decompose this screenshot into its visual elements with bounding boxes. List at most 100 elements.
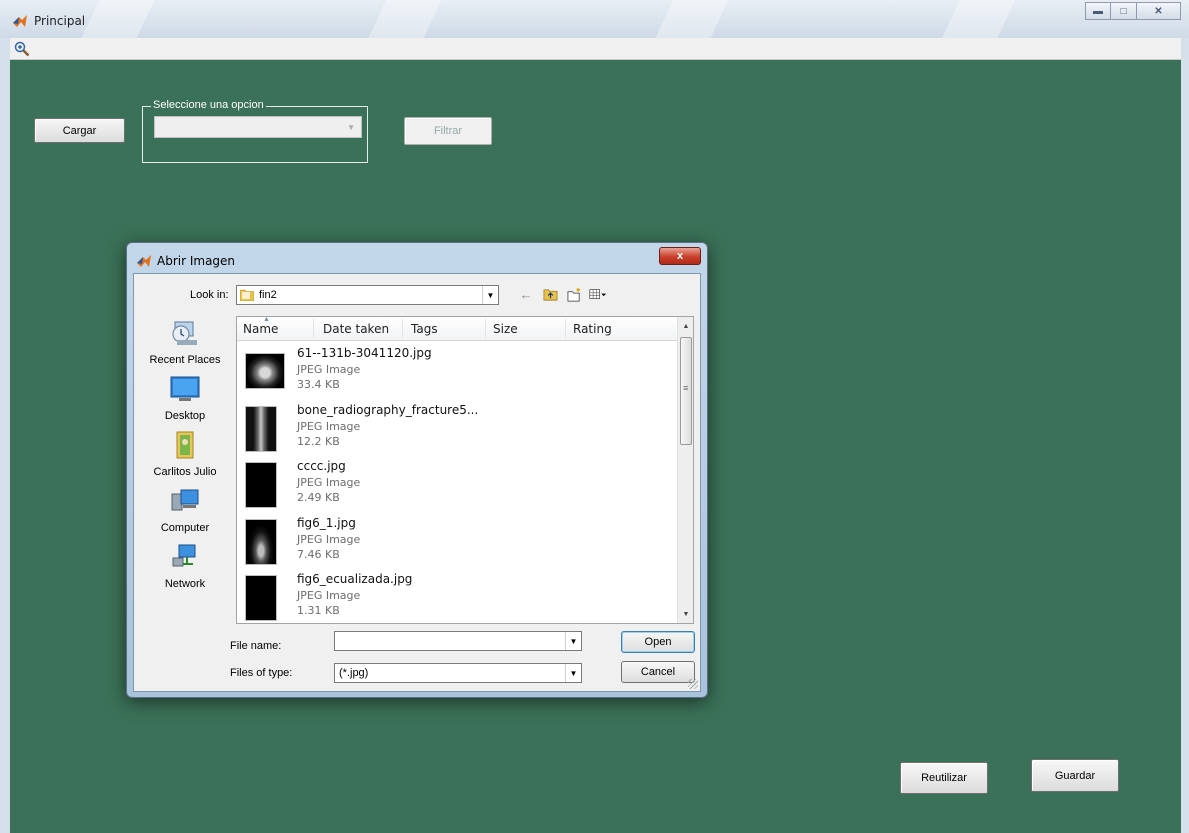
scroll-down-icon[interactable]: ▼ [678, 606, 694, 622]
place-network[interactable]: Network [138, 542, 232, 590]
chevron-down-icon[interactable]: ▼ [565, 632, 581, 650]
place-carlitos-julio[interactable]: Carlitos Julio [138, 430, 232, 478]
filter-select[interactable]: ▼ [154, 116, 362, 138]
place-computer[interactable]: Computer [138, 486, 232, 534]
dialog-body: Look in: fin2 ▼ ← Recent Places Desktop … [133, 273, 701, 692]
place-desktop[interactable]: Desktop [138, 374, 232, 422]
window-caption-buttons: ▬ □ ✕ [1085, 2, 1181, 20]
filtrar-button[interactable]: Filtrar [404, 117, 492, 145]
chevron-down-icon[interactable]: ▼ [565, 664, 581, 682]
place-label: Network [164, 578, 206, 590]
file-name-label: File name: [230, 640, 282, 652]
file-type: JPEG Image [297, 589, 361, 602]
minimize-icon[interactable]: ▬ [1085, 2, 1111, 20]
file-row[interactable]: fig6_1.jpg JPEG Image 7.46 KB [241, 515, 671, 573]
close-icon[interactable]: ✕ [1137, 2, 1181, 20]
file-size: 33.4 KB [297, 378, 340, 391]
desktop-icon [170, 376, 200, 401]
column-separator [485, 319, 486, 338]
file-list[interactable]: Name ▲ Date taken Tags Size Rating 61--1… [236, 316, 694, 624]
look-in-select[interactable]: fin2 ▼ [236, 285, 499, 305]
reutilizar-button[interactable]: Reutilizar [900, 762, 988, 794]
place-label: Recent Places [149, 354, 221, 366]
column-separator [313, 319, 314, 338]
place-recent-places[interactable]: Recent Places [138, 318, 232, 366]
place-label: Computer [160, 522, 210, 534]
file-size: 2.49 KB [297, 491, 340, 504]
column-separator [565, 319, 566, 338]
options-group-label: Seleccione una opcion [151, 99, 266, 111]
cargar-button[interactable]: Cargar [34, 118, 125, 143]
file-size: 12.2 KB [297, 435, 340, 448]
vertical-scrollbar[interactable]: ▲ ▼ [677, 317, 693, 623]
open-image-dialog: Abrir Imagen x Look in: fin2 ▼ ← Recent … [126, 242, 708, 698]
places-bar: Recent Places Desktop Carlitos Julio Com… [138, 318, 232, 608]
scroll-thumb[interactable] [680, 337, 692, 445]
cancel-button[interactable]: Cancel [621, 661, 695, 683]
column-tags[interactable]: Tags [411, 322, 438, 336]
dialog-title: Abrir Imagen [157, 254, 236, 268]
file-type: JPEG Image [297, 533, 361, 546]
network-icon [172, 544, 196, 567]
file-thumbnail [245, 575, 277, 621]
file-name: fig6_ecualizada.jpg [297, 572, 413, 586]
zoom-in-icon[interactable] [14, 41, 30, 57]
file-name: cccc.jpg [297, 459, 346, 473]
dialog-toolbar: ← [517, 285, 607, 303]
view-menu-icon[interactable] [589, 285, 607, 303]
files-of-type-select[interactable]: (*.jpg) ▼ [334, 663, 582, 683]
look-in-value: fin2 [259, 289, 277, 301]
file-size: 1.31 KB [297, 604, 340, 617]
title-bar: Principal ▬ □ ✕ [0, 0, 1189, 38]
guardar-button[interactable]: Guardar [1031, 759, 1119, 792]
file-type: JPEG Image [297, 363, 361, 376]
window-frame-right [1181, 38, 1189, 833]
file-thumbnail [245, 406, 277, 452]
column-header: Name ▲ Date taken Tags Size Rating [237, 316, 678, 341]
file-row[interactable]: 61--131b-3041120.jpg JPEG Image 33.4 KB [241, 345, 671, 403]
file-type: JPEG Image [297, 420, 361, 433]
scroll-up-icon[interactable]: ▲ [678, 318, 694, 334]
maximize-icon[interactable]: □ [1111, 2, 1137, 20]
dialog-close-button[interactable]: x [659, 247, 701, 265]
files-of-type-value: (*.jpg) [339, 667, 369, 679]
new-folder-icon[interactable] [565, 285, 583, 303]
file-thumbnail [245, 462, 277, 508]
user-folder-icon [176, 431, 194, 459]
resize-grip-icon[interactable] [688, 679, 698, 689]
column-separator [402, 319, 403, 338]
chevron-down-icon[interactable]: ▼ [482, 286, 498, 304]
file-name: bone_radiography_fracture5... [297, 403, 479, 417]
file-size: 7.46 KB [297, 548, 340, 561]
up-folder-icon[interactable] [541, 285, 559, 303]
open-button[interactable]: Open [621, 631, 695, 653]
file-thumbnail [245, 519, 277, 565]
back-arrow-icon[interactable]: ← [517, 285, 535, 303]
recent-places-icon [172, 321, 197, 345]
column-rating[interactable]: Rating [573, 322, 612, 336]
file-row[interactable]: bone_radiography_fracture5... JPEG Image… [241, 402, 671, 460]
file-name-input[interactable]: ▼ [334, 631, 582, 651]
matlab-icon [13, 15, 27, 27]
main-window: Principal ▬ □ ✕ Cargar Seleccione una op… [0, 0, 1189, 833]
file-row[interactable]: cccc.jpg JPEG Image 2.49 KB [241, 458, 671, 516]
computer-icon [171, 489, 199, 511]
folder-icon [240, 289, 254, 301]
place-label: Desktop [164, 410, 206, 422]
file-thumbnail [245, 353, 285, 389]
look-in-label: Look in: [190, 289, 229, 301]
file-name: fig6_1.jpg [297, 516, 356, 530]
chevron-down-icon: ▼ [347, 123, 355, 132]
column-size[interactable]: Size [493, 322, 518, 336]
file-type: JPEG Image [297, 476, 361, 489]
column-date-taken[interactable]: Date taken [323, 322, 389, 336]
sort-ascending-icon: ▲ [263, 316, 270, 323]
place-label: Carlitos Julio [153, 466, 217, 478]
figure-toolbar [10, 38, 1181, 60]
file-row[interactable]: fig6_ecualizada.jpg JPEG Image 1.31 KB [241, 571, 671, 629]
file-name: 61--131b-3041120.jpg [297, 346, 432, 360]
column-name[interactable]: Name [243, 322, 278, 336]
files-of-type-label: Files of type: [230, 667, 293, 679]
matlab-icon [137, 255, 151, 267]
window-frame-left [0, 38, 10, 833]
